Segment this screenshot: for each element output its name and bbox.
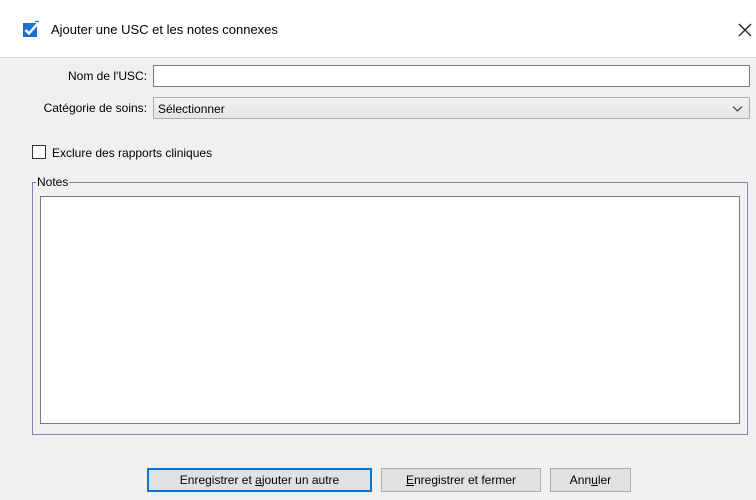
save-and-add-mnemonic: a bbox=[255, 473, 262, 487]
exclude-checkbox-label: Exclure des rapports cliniques bbox=[52, 146, 213, 160]
category-selected-value: Sélectionner bbox=[158, 102, 225, 116]
save-and-add-label-post: jouter un autre bbox=[261, 473, 340, 487]
cancel-label-pre: Ann bbox=[569, 473, 592, 487]
save-and-close-label-post: nregistrer et fermer bbox=[413, 473, 517, 487]
category-label: Catégorie de soins: bbox=[43, 101, 147, 115]
chevron-down-icon bbox=[732, 106, 743, 112]
name-label: Nom de l'USC: bbox=[68, 69, 147, 83]
name-input[interactable] bbox=[153, 65, 750, 87]
notes-textarea[interactable] bbox=[40, 196, 740, 424]
close-icon[interactable] bbox=[734, 17, 756, 41]
notes-legend: Notes bbox=[36, 175, 70, 189]
save-and-add-label-pre: Enregistrer et bbox=[179, 473, 256, 487]
dialog-body: Nom de l'USC: Catégorie de soins: Sélect… bbox=[0, 58, 756, 500]
window-title: Ajouter une USC et les notes connexes bbox=[51, 22, 278, 37]
save-and-close-button[interactable]: Enregistrer et fermer bbox=[381, 468, 541, 492]
save-and-close-mnemonic: E bbox=[405, 473, 414, 487]
save-and-add-button[interactable]: Enregistrer et ajouter un autre bbox=[147, 468, 372, 492]
cancel-button[interactable]: Annuler bbox=[550, 468, 631, 492]
category-select[interactable]: Sélectionner bbox=[153, 97, 750, 119]
title-bar: Ajouter une USC et les notes connexes bbox=[0, 0, 756, 58]
cancel-mnemonic: u bbox=[591, 473, 598, 487]
checkbox-checked-icon bbox=[23, 20, 40, 37]
cancel-label-post: ler bbox=[597, 473, 612, 487]
exclude-checkbox[interactable] bbox=[32, 145, 46, 159]
